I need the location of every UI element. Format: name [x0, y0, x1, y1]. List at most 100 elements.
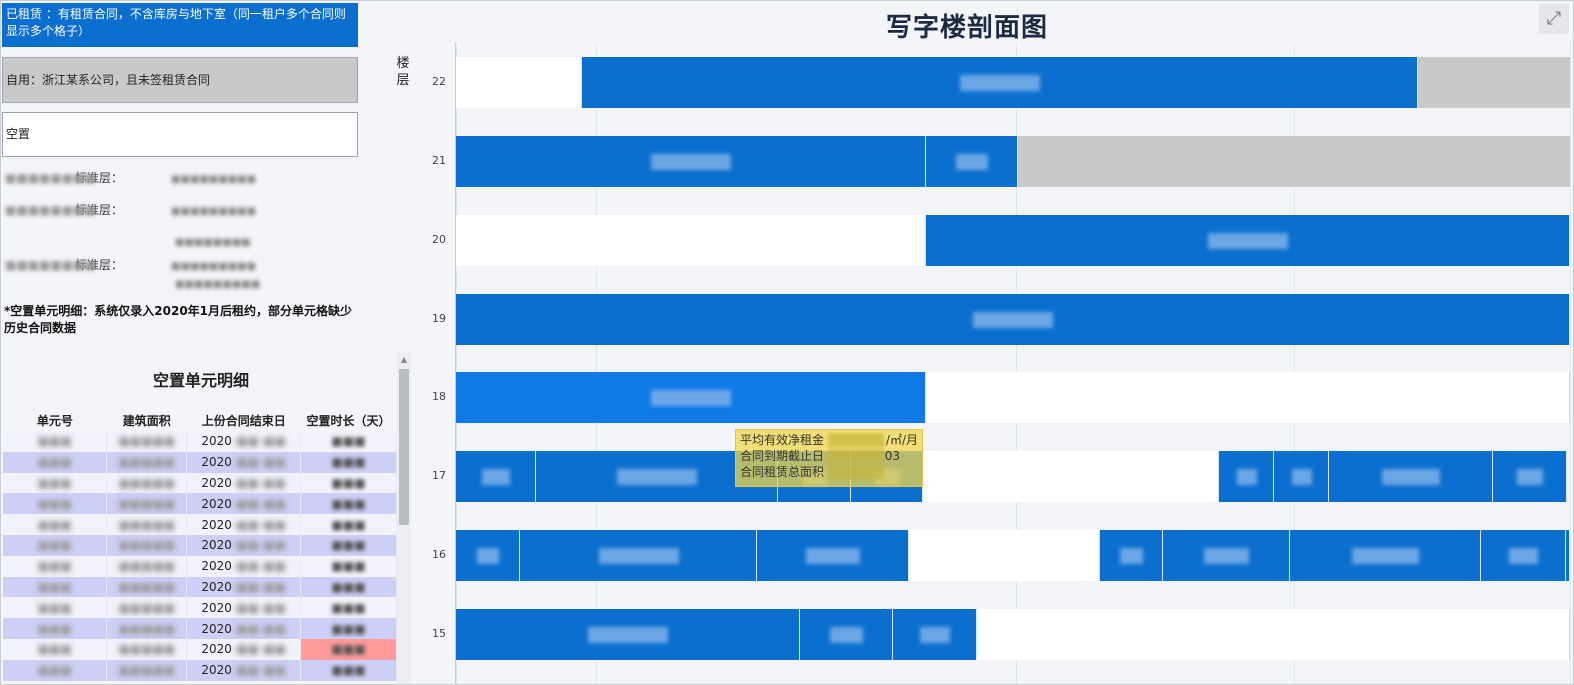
unit-bar-leased[interactable] — [1274, 451, 1329, 502]
unit-bar-leased[interactable] — [456, 609, 800, 660]
table-row[interactable]: ■■■ ■■■■■ 2020-■■-■■ ■■■ — [3, 534, 397, 556]
cell-last-contract-end: 2020-■■-■■ — [186, 618, 302, 639]
redacted-tenant-name — [1236, 469, 1257, 485]
scroll-up-arrow-icon[interactable]: ▲ — [399, 355, 409, 365]
scrollbar-thumb[interactable] — [399, 369, 409, 525]
unit-bar-self[interactable] — [1418, 57, 1570, 108]
cell-area: ■■■■■ — [106, 618, 188, 639]
unit-bar-leased[interactable] — [456, 372, 926, 423]
unit-bar-leased[interactable] — [893, 609, 977, 660]
floor-tick-label: 17 — [432, 469, 446, 482]
vacant-table-body: ■■■ ■■■■■ 2020-■■-■■ ■■■ ■■■ ■■■■■ 2020-■■-■■ ■… — [3, 431, 397, 681]
cell-date-year: 2020 — [201, 621, 232, 636]
unit-bar-leased[interactable] — [1163, 530, 1290, 581]
tooltip-expiry-label: 合同到期截止日 — [740, 449, 825, 463]
tooltip-area-label: 合同租赁总面积 — [740, 465, 825, 479]
table-row[interactable]: ■■■ ■■■■■ 2020-■■-■■ ■■■ — [3, 514, 397, 535]
table-row[interactable]: ■■■ ■■■■■ 2020-■■-■■ ■■■ — [3, 597, 397, 619]
unit-bar-leased[interactable] — [1566, 530, 1570, 581]
cell-last-contract-end: 2020-■■-■■ — [186, 514, 302, 535]
cell-area: ■■■■■ — [106, 659, 188, 681]
table-row[interactable]: ■■■ ■■■■■ 2020-■■-■■ ■■■ — [3, 576, 397, 598]
unit-bar-leased[interactable] — [1329, 451, 1493, 502]
standard-floor-value: ■■■■■■■■■ — [171, 174, 257, 185]
redacted-tenant-name — [1120, 548, 1143, 564]
table-row[interactable]: ■■■ ■■■■■ 2020-■■-■■ ■■■ — [3, 493, 397, 515]
cell-unit: ■■■ — [3, 493, 108, 515]
unit-bar-leased[interactable] — [926, 136, 1018, 187]
table-row[interactable]: ■■■ ■■■■■ 2020-■■-■■ ■■■ — [3, 659, 397, 681]
unit-bar-self[interactable] — [1018, 136, 1570, 187]
table-row[interactable]: ■■■ ■■■■■ 2020-■■-■■ ■■■ — [3, 431, 397, 452]
standard-floor-row: ■■■■■■■■标准层： ■■■■■■■■■ — [5, 202, 256, 218]
cell-date-year: 2020 — [201, 475, 232, 490]
unit-bar-leased[interactable] — [582, 57, 1418, 108]
redacted-tenant-name — [476, 548, 500, 564]
vacant-table-scrollbar[interactable]: ▲ — [397, 353, 411, 684]
vacant-table-title: 空置单元明细 — [152, 371, 249, 390]
unit-bar-leased[interactable] — [1481, 530, 1566, 581]
legend-leased: 已租赁 ：有租赁合同，不含库房与地下室（同一租户多个合同则显示多个格子） — [2, 3, 358, 47]
cell-area: ■■■■■ — [106, 431, 188, 452]
cell-unit: ■■■ — [3, 451, 108, 473]
cell-unit: ■■■ — [3, 659, 108, 681]
tooltip-redacted-value — [828, 449, 884, 463]
unit-bar-leased[interactable] — [456, 530, 520, 581]
unit-bar-leased[interactable] — [800, 609, 893, 660]
unit-bar-vacant[interactable] — [456, 215, 926, 266]
cell-last-contract-end: 2020-■■-■■ — [186, 431, 302, 452]
vacant-units-table: 单元号 建筑面积 上份合同结束日 空置时长（天） ■■■ ■■■■■ 2020-■■… — [3, 409, 397, 681]
column-header-last-contract-end: 上份合同结束日 — [201, 413, 286, 428]
unit-bar-leased[interactable] — [1100, 530, 1163, 581]
cell-date-year: 2020 — [201, 434, 232, 449]
cell-area: ■■■■■ — [106, 451, 188, 473]
standard-floor-building: ■■■■■■■■ — [5, 203, 96, 217]
redacted-tenant-name — [1508, 548, 1539, 564]
unit-bar-vacant[interactable] — [909, 530, 1100, 581]
floor-tick-label: 21 — [432, 154, 446, 167]
cell-vacant-days: ■■■ — [300, 493, 397, 515]
chart-title: 写字楼剖面图 — [885, 13, 1048, 43]
cell-area: ■■■■■ — [106, 514, 188, 535]
unit-bar-vacant[interactable] — [926, 372, 1570, 423]
table-row[interactable]: ■■■ ■■■■■ 2020-■■-■■ ■■■ — [3, 472, 397, 494]
unit-bar-leased[interactable] — [456, 136, 926, 187]
cell-vacant-days: ■■■ — [300, 618, 397, 639]
cell-unit: ■■■ — [3, 576, 108, 598]
unit-bar-vacant[interactable] — [923, 451, 1219, 502]
unit-bar-leased[interactable] — [1493, 451, 1567, 502]
redacted-tenant-name — [920, 627, 950, 643]
cell-date-year: 2020 — [201, 663, 232, 678]
table-row[interactable]: ■■■ ■■■■■ 2020-■■-■■ ■■■ — [3, 555, 397, 577]
table-row[interactable]: ■■■ ■■■■■ 2020-■■-■■ ■■■ — [3, 638, 397, 660]
tooltip-rent-unit: /㎡/月 — [885, 433, 918, 447]
standard-floor-value: ■■■■■■■■■ — [171, 206, 257, 217]
floor-axis-label: 楼层 — [396, 56, 410, 88]
cell-vacant-days: ■■■ — [300, 576, 397, 598]
unit-bar-leased[interactable] — [757, 530, 909, 581]
floor-tick-label: 22 — [432, 75, 446, 88]
cell-last-contract-end: 2020-■■-■■ — [186, 555, 302, 577]
unit-bar-leased[interactable] — [926, 215, 1570, 266]
table-row[interactable]: ■■■ ■■■■■ 2020-■■-■■ ■■■ — [3, 451, 397, 473]
expand-icon[interactable]: ⤢ — [1539, 4, 1569, 34]
unit-bar-leased[interactable] — [456, 294, 1570, 345]
standard-floor-building: ■■■■■■■■ — [5, 258, 96, 272]
cell-unit: ■■■ — [3, 618, 108, 639]
unit-bar-leased[interactable] — [1219, 451, 1274, 502]
cell-area: ■■■■■ — [106, 638, 188, 660]
unit-bar-vacant[interactable] — [456, 57, 582, 108]
cell-date-year: 2020 — [201, 642, 232, 657]
cell-unit: ■■■ — [3, 472, 108, 494]
table-row[interactable]: ■■■ ■■■■■ 2020-■■-■■ ■■■ — [3, 618, 397, 639]
unit-bar-leased[interactable] — [520, 530, 757, 581]
unit-bar-leased[interactable] — [456, 451, 536, 502]
cell-vacant-days: ■■■ — [300, 451, 397, 473]
redacted-tenant-name — [651, 390, 731, 406]
cell-unit: ■■■ — [3, 555, 108, 577]
redacted-tenant-name — [1382, 469, 1440, 485]
unit-bar-leased[interactable] — [1290, 530, 1481, 581]
column-header-unit: 单元号 — [36, 413, 73, 428]
cell-last-contract-end: 2020-■■-■■ — [186, 659, 302, 681]
unit-bar-vacant[interactable] — [977, 609, 1570, 660]
